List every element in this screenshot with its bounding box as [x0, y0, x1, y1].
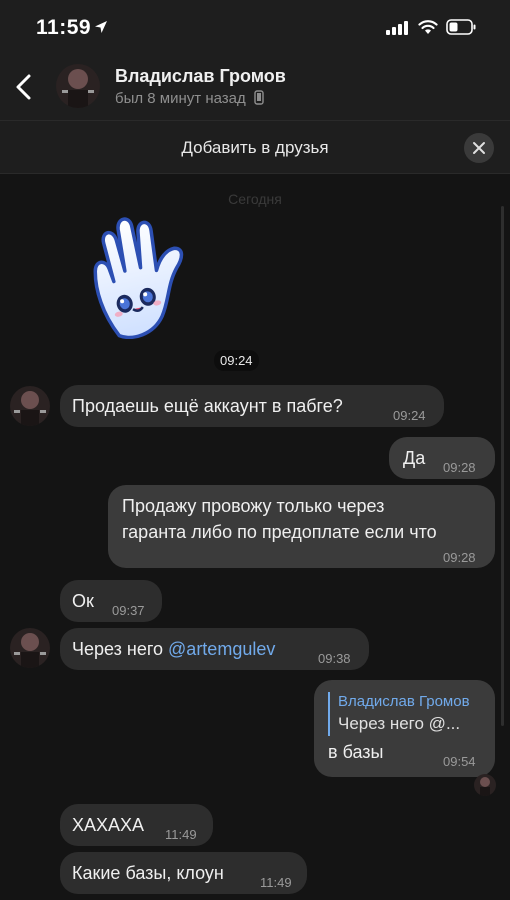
- scrollbar[interactable]: [501, 206, 504, 726]
- message-time: 11:49: [165, 827, 197, 842]
- close-button[interactable]: [464, 133, 494, 163]
- reply-text: Через него @...: [338, 714, 461, 733]
- message-text: Да: [403, 448, 426, 468]
- add-friend-button[interactable]: Добавить в друзья: [0, 138, 510, 158]
- location-arrow-icon: [95, 21, 107, 33]
- read-receipt-avatar: [474, 774, 496, 796]
- message-list[interactable]: Сегодня 09:24 Продаешь ещё аккаунт в паб…: [0, 175, 510, 900]
- message-text: в базы: [328, 742, 384, 762]
- avatar[interactable]: [10, 386, 50, 426]
- message-time: 09:28: [443, 550, 476, 565]
- message-time: 11:49: [260, 875, 292, 890]
- message-text-plain: Через него: [72, 639, 169, 659]
- message-bubble-incoming[interactable]: ХАХАХА 11:49: [60, 804, 213, 846]
- contact-status: был 8 минут назад: [115, 90, 264, 107]
- message-time: 09:38: [318, 651, 351, 666]
- add-friend-bar: Добавить в друзья: [0, 120, 510, 174]
- message-bubble-incoming[interactable]: Ок 09:37: [60, 580, 162, 622]
- waving-hand-sticker[interactable]: [80, 209, 210, 339]
- message-bubble-outgoing[interactable]: Да 09:28: [389, 437, 495, 479]
- message-text: Ок: [72, 591, 94, 611]
- message-text-line-1: Продажу провожу только через: [122, 496, 385, 516]
- date-separator: Сегодня: [228, 191, 282, 207]
- chat-header: Владислав Громов был 8 минут назад: [0, 58, 510, 120]
- status-time: 11:59: [36, 16, 92, 39]
- message-bubble-outgoing[interactable]: Продажу провожу только через гаранта либ…: [108, 485, 495, 568]
- message-text: Какие базы, клоун: [72, 863, 224, 883]
- message-bubble-incoming[interactable]: Через него @artemgulev 09:38: [60, 628, 369, 670]
- avatar[interactable]: [10, 628, 50, 668]
- close-icon: [473, 142, 485, 154]
- message-text: Продаешь ещё аккаунт в пабге?: [72, 396, 343, 416]
- message-time: 09:28: [443, 460, 476, 475]
- message-time: 09:54: [443, 754, 476, 769]
- battery-icon: [446, 19, 476, 35]
- reply-author: Владислав Громов: [338, 693, 470, 710]
- wifi-icon: [418, 20, 438, 34]
- header-avatar[interactable]: [56, 64, 100, 108]
- last-seen-text: был 8 минут назад: [115, 90, 246, 107]
- back-chevron-icon[interactable]: [10, 70, 38, 104]
- sticker-timestamp: 09:24: [214, 350, 259, 371]
- signal-icon: [386, 21, 408, 35]
- message-bubble-outgoing-reply[interactable]: Владислав Громов Через него @... в базы …: [314, 680, 495, 777]
- message-text-line-2: гаранта либо по предоплате если что: [122, 522, 437, 542]
- contact-name[interactable]: Владислав Громов: [115, 66, 286, 87]
- phone-icon: [254, 90, 264, 105]
- reply-quote[interactable]: Владислав Громов Через него @...: [328, 692, 483, 736]
- mention-link[interactable]: @artemgulev: [168, 639, 275, 659]
- message-bubble-incoming[interactable]: Продаешь ещё аккаунт в пабге? 09:24: [60, 385, 444, 427]
- message-bubble-incoming[interactable]: Какие базы, клоун 11:49: [60, 852, 307, 894]
- message-time: 09:24: [393, 408, 426, 423]
- message-time: 09:37: [112, 603, 145, 618]
- message-text: Через него @artemgulev: [72, 637, 275, 661]
- message-text: ХАХАХА: [72, 815, 145, 835]
- status-bar: 11:59: [0, 0, 510, 58]
